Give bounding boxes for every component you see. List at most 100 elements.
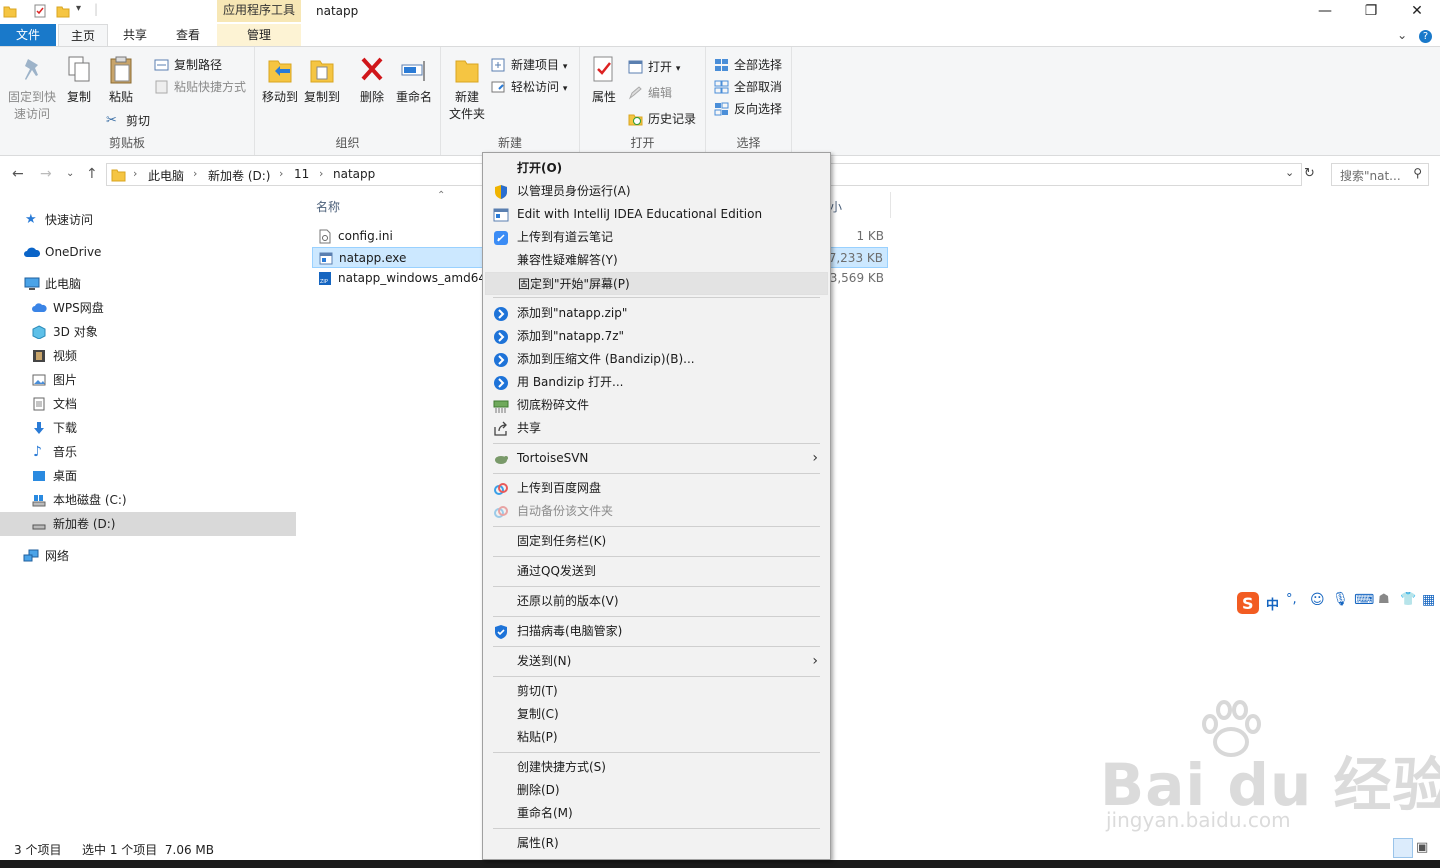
menu-item-copy[interactable]: 复制(C) bbox=[485, 703, 828, 726]
delete-button[interactable]: 删除 bbox=[357, 55, 387, 106]
refresh-icon[interactable]: ↻ bbox=[1304, 166, 1315, 181]
microphone-icon[interactable]: 🎙 bbox=[1332, 592, 1349, 607]
history-button[interactable]: 历史记录 bbox=[628, 109, 696, 129]
column-header-size[interactable]: 小 bbox=[830, 198, 842, 215]
menu-item-add-zip[interactable]: 添加到"natapp.zip" bbox=[485, 302, 828, 325]
menu-item-run-as-admin[interactable]: 以管理员身份运行(A) bbox=[485, 180, 828, 203]
recent-locations-icon[interactable]: ⌄ bbox=[66, 168, 74, 179]
nav-volume-d[interactable]: 新加卷 (D:) bbox=[0, 512, 296, 536]
tab-file[interactable]: 文件 bbox=[0, 24, 56, 46]
tab-share[interactable]: 共享 bbox=[110, 24, 160, 46]
user-icon[interactable]: ☗ bbox=[1378, 592, 1390, 607]
properties-button[interactable]: 属性 bbox=[588, 55, 620, 106]
emoji-icon[interactable]: ☺ bbox=[1310, 592, 1325, 608]
breadcrumb-this-pc[interactable]: 此电脑 bbox=[148, 167, 184, 184]
menu-item-add-7z[interactable]: 添加到"natapp.7z" bbox=[485, 325, 828, 348]
sogou-logo-icon[interactable]: S bbox=[1236, 591, 1260, 615]
forward-arrow-icon[interactable]: → bbox=[40, 166, 52, 182]
easy-access-button[interactable]: 轻松访问 ▾ bbox=[491, 77, 567, 97]
toolbox-grid-icon[interactable]: ▦ bbox=[1422, 592, 1435, 608]
nav-onedrive[interactable]: OneDrive bbox=[0, 240, 296, 264]
menu-item-restore-previous[interactable]: 还原以前的版本(V) bbox=[485, 590, 828, 613]
search-box[interactable]: 搜索"nat... ⚲ bbox=[1331, 163, 1429, 186]
menu-item-intellij[interactable]: Edit with IntelliJ IDEA Educational Edit… bbox=[485, 203, 828, 226]
cut-button[interactable]: ✂ 剪切 bbox=[106, 111, 150, 131]
punctuation-icon[interactable]: °, bbox=[1286, 592, 1297, 607]
menu-item-shred[interactable]: 彻底粉碎文件 bbox=[485, 394, 828, 417]
nav-videos[interactable]: 视频 bbox=[0, 344, 296, 368]
paste-shortcut-button[interactable]: 粘贴快捷方式 bbox=[154, 77, 246, 97]
nav-pictures[interactable]: 图片 bbox=[0, 368, 296, 392]
edit-button[interactable]: 编辑 bbox=[628, 83, 672, 103]
nav-local-disk-c[interactable]: 本地磁盘 (C:) bbox=[0, 488, 296, 512]
tab-view[interactable]: 查看 bbox=[163, 24, 213, 46]
new-item-button[interactable]: 新建项目 ▾ bbox=[491, 55, 567, 75]
menu-item-add-bandizip[interactable]: 添加到压缩文件 (Bandizip)(B)... bbox=[485, 348, 828, 371]
address-dropdown-icon[interactable]: ⌄ bbox=[1285, 166, 1294, 179]
close-button[interactable]: ✕ bbox=[1394, 0, 1440, 24]
menu-item-send-qq[interactable]: 通过QQ发送到 bbox=[485, 560, 828, 583]
column-header-name[interactable]: 名称 bbox=[316, 198, 340, 215]
invert-selection-button[interactable]: 反向选择 bbox=[714, 99, 782, 119]
menu-item-pin-start[interactable]: 固定到"开始"屏幕(P) bbox=[485, 272, 828, 295]
nav-desktop[interactable]: 桌面 bbox=[0, 464, 296, 488]
nav-downloads[interactable]: 下载 bbox=[0, 416, 296, 440]
nav-network[interactable]: 网络 bbox=[0, 544, 296, 568]
menu-item-pin-taskbar[interactable]: 固定到任务栏(K) bbox=[485, 530, 828, 553]
menu-item-scan-virus[interactable]: 扫描病毒(电脑管家) bbox=[485, 620, 828, 643]
expand-ribbon-icon[interactable]: ⌄ bbox=[1397, 28, 1407, 42]
tab-home[interactable]: 主页 bbox=[58, 24, 108, 46]
nav-documents[interactable]: 文档 bbox=[0, 392, 296, 416]
tab-manage[interactable]: 管理 bbox=[217, 24, 301, 46]
move-to-button[interactable]: 移动到 bbox=[261, 55, 299, 106]
nav-music[interactable]: ♪ 音乐 bbox=[0, 440, 296, 464]
menu-item-share[interactable]: 共享 bbox=[485, 417, 828, 440]
large-icons-view-icon[interactable]: ▣ bbox=[1416, 840, 1428, 855]
skin-shirt-icon[interactable]: 👕 bbox=[1400, 592, 1416, 607]
menu-item-paste[interactable]: 粘贴(P) bbox=[485, 726, 828, 749]
help-icon[interactable]: ? bbox=[1419, 30, 1432, 43]
up-arrow-icon[interactable]: ↑ bbox=[86, 166, 98, 182]
properties-quick-icon[interactable] bbox=[33, 4, 47, 18]
nav-this-pc[interactable]: 此电脑 bbox=[0, 272, 296, 296]
breadcrumb-drive-d[interactable]: 新加卷 (D:) bbox=[208, 167, 270, 184]
menu-item-properties[interactable]: 属性(R) bbox=[485, 832, 828, 855]
menu-item-tortoisesvn[interactable]: TortoiseSVN › bbox=[485, 447, 828, 470]
copy-to-button[interactable]: 复制到 bbox=[303, 55, 341, 106]
menu-item-open-bandizip[interactable]: 用 Bandizip 打开... bbox=[485, 371, 828, 394]
new-folder-button[interactable]: 新建 文件夹 bbox=[447, 55, 487, 123]
details-view-icon[interactable] bbox=[1393, 838, 1413, 858]
pin-quick-access-button[interactable]: 固定到快 速访问 bbox=[6, 55, 58, 123]
search-icon[interactable]: ⚲ bbox=[1413, 166, 1422, 180]
submenu-arrow-icon: › bbox=[812, 653, 818, 669]
menu-item-youdao[interactable]: 上传到有道云笔记 bbox=[485, 226, 828, 249]
menu-item-send-to[interactable]: 发送到(N) › bbox=[485, 650, 828, 673]
select-none-button[interactable]: 全部取消 bbox=[714, 77, 782, 97]
maximize-button[interactable]: ❐ bbox=[1348, 0, 1394, 24]
nav-quick-access[interactable]: ★ 快速访问 bbox=[0, 208, 296, 232]
customize-quick-access-icon[interactable]: ▾ bbox=[76, 3, 81, 14]
menu-item-baidu-backup[interactable]: 自动备份该文件夹 bbox=[485, 500, 828, 523]
back-arrow-icon[interactable]: ← bbox=[12, 166, 24, 182]
paste-button[interactable]: 粘贴 bbox=[104, 55, 138, 106]
copy-path-button[interactable]: 复制路径 bbox=[154, 55, 222, 75]
breadcrumb-natapp[interactable]: natapp bbox=[333, 167, 375, 181]
keyboard-icon[interactable]: ⌨ bbox=[1354, 592, 1374, 608]
new-folder-quick-icon[interactable] bbox=[56, 4, 70, 18]
nav-wps-drive[interactable]: WPS网盘 bbox=[0, 296, 296, 320]
select-all-button[interactable]: 全部选择 bbox=[714, 55, 782, 75]
menu-item-cut[interactable]: 剪切(T) bbox=[485, 680, 828, 703]
minimize-button[interactable]: — bbox=[1302, 0, 1348, 24]
copy-button[interactable]: 复制 bbox=[62, 55, 96, 106]
breadcrumb-folder-11[interactable]: 11 bbox=[294, 167, 309, 181]
menu-item-rename[interactable]: 重命名(M) bbox=[485, 802, 828, 825]
menu-item-baidu-upload[interactable]: 上传到百度网盘 bbox=[485, 477, 828, 500]
menu-item-create-shortcut[interactable]: 创建快捷方式(S) bbox=[485, 756, 828, 779]
open-button[interactable]: 打开 ▾ bbox=[628, 57, 680, 77]
menu-item-open[interactable]: 打开(O) bbox=[485, 157, 828, 180]
rename-button[interactable]: 重命名 bbox=[394, 55, 434, 106]
menu-item-delete[interactable]: 删除(D) bbox=[485, 779, 828, 802]
menu-item-compatibility[interactable]: 兼容性疑难解答(Y) bbox=[485, 249, 828, 272]
nav-3d-objects[interactable]: 3D 对象 bbox=[0, 320, 296, 344]
ime-mode-label[interactable]: 中 bbox=[1266, 594, 1279, 613]
